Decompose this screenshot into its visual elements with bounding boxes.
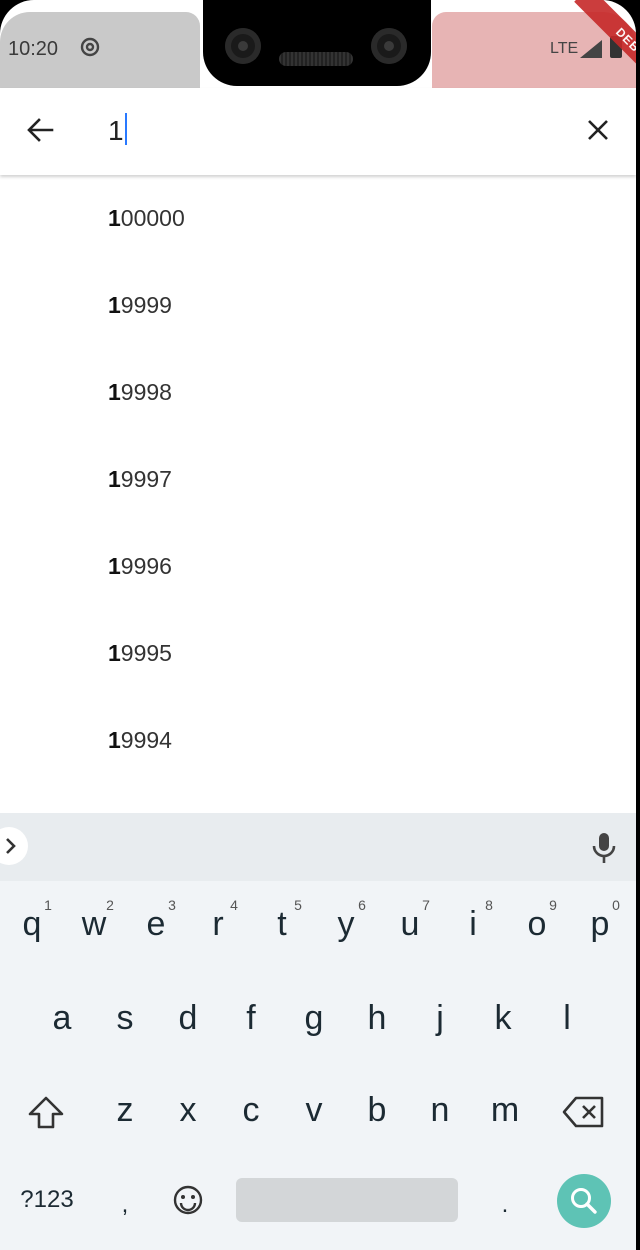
key-z[interactable]: z <box>100 1091 150 1130</box>
suggestion-text: 19997 <box>108 466 172 492</box>
key-m[interactable]: m <box>480 1091 530 1130</box>
key-c[interactable]: c <box>226 1091 276 1130</box>
key-number-hint: 9 <box>549 897 557 913</box>
key-v[interactable]: v <box>289 1091 339 1130</box>
key-k[interactable]: k <box>478 999 528 1038</box>
suggestion-text: 19994 <box>108 727 172 753</box>
key-number-hint: 8 <box>485 897 493 913</box>
suggestion-text: 19999 <box>108 292 172 318</box>
suggestion-text: 19995 <box>108 640 172 666</box>
list-item[interactable]: 19994 <box>0 697 636 784</box>
search-input[interactable]: 1 <box>108 113 127 147</box>
key-number-hint: 3 <box>168 897 176 913</box>
comma-key[interactable]: , <box>100 1191 150 1219</box>
list-item[interactable]: 19995 <box>0 610 636 697</box>
list-item[interactable]: 19998 <box>0 349 636 436</box>
key-d[interactable]: d <box>163 999 213 1038</box>
key-number-hint: 5 <box>294 897 302 913</box>
at-sign-icon <box>80 37 100 57</box>
suggestion-text: 19996 <box>108 553 172 579</box>
list-item[interactable]: 19999 <box>0 262 636 349</box>
search-app-bar: 1 <box>0 88 636 175</box>
key-l[interactable]: l <box>542 999 592 1038</box>
backspace-icon[interactable] <box>562 1095 606 1129</box>
period-key[interactable]: . <box>480 1191 530 1219</box>
suggestion-text: 19998 <box>108 379 172 405</box>
status-time: 10:20 <box>8 38 59 60</box>
suggestion-text: 100000 <box>108 205 185 231</box>
symbols-key[interactable]: ?123 <box>12 1186 82 1214</box>
key-number-hint: 7 <box>422 897 430 913</box>
key-number-hint: 1 <box>44 897 52 913</box>
key-j[interactable]: j <box>415 999 465 1038</box>
camera-notch <box>203 0 431 86</box>
list-item[interactable]: 19996 <box>0 523 636 610</box>
speaker-grill <box>279 52 353 66</box>
signal-icon <box>580 40 602 58</box>
search-icon <box>571 1188 597 1214</box>
phone-screen: 10:20 LTE DEBUG 1 100000 19999 19998 199… <box>0 0 636 1250</box>
key-a[interactable]: a <box>37 999 87 1038</box>
camera-icon <box>225 28 261 64</box>
suggestion-list: 100000 19999 19998 19997 19996 19995 199… <box>0 175 636 784</box>
key-s[interactable]: s <box>100 999 150 1038</box>
key-g[interactable]: g <box>289 999 339 1038</box>
key-f[interactable]: f <box>226 999 276 1038</box>
clear-icon[interactable] <box>576 108 620 152</box>
key-number-hint: 6 <box>358 897 366 913</box>
search-query-text: 1 <box>108 115 124 146</box>
key-number-hint: 2 <box>106 897 114 913</box>
space-bar[interactable] <box>236 1178 458 1222</box>
back-arrow-icon[interactable] <box>18 108 62 152</box>
list-item[interactable]: 19997 <box>0 436 636 523</box>
key-number-hint: 0 <box>612 897 620 913</box>
text-cursor <box>124 113 127 145</box>
camera-icon <box>371 28 407 64</box>
key-h[interactable]: h <box>352 999 402 1038</box>
emoji-icon[interactable] <box>172 1184 204 1216</box>
keyboard-suggestion-strip <box>0 813 636 881</box>
key-b[interactable]: b <box>352 1091 402 1130</box>
microphone-icon[interactable] <box>590 831 618 865</box>
soft-keyboard: ?123 , . q1w2e3r4t5y6u7i8o9p0asdfghjklzx… <box>0 813 636 1250</box>
keyboard-search-button[interactable] <box>557 1174 611 1228</box>
chevron-right-icon <box>6 838 16 854</box>
key-number-hint: 4 <box>230 897 238 913</box>
list-item[interactable]: 100000 <box>0 175 636 262</box>
shift-icon[interactable] <box>26 1095 66 1131</box>
key-x[interactable]: x <box>163 1091 213 1130</box>
network-label: LTE <box>550 40 579 57</box>
key-n[interactable]: n <box>415 1091 465 1130</box>
expand-toolbar-button[interactable] <box>0 827 28 865</box>
